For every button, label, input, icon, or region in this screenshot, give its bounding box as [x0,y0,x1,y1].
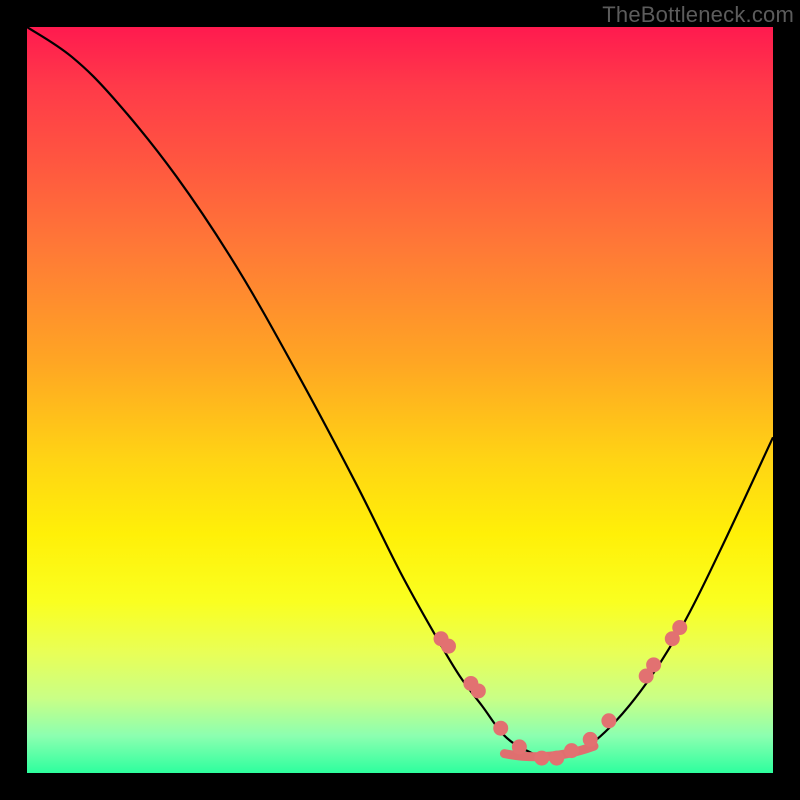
marker-dot [471,683,486,698]
bottleneck-curve [27,27,773,758]
curve-group [27,27,773,758]
marker-dot [549,751,564,766]
plot-area [27,27,773,773]
marker-dot [583,732,598,747]
chart-svg [27,27,773,773]
dots-group [434,620,688,766]
chart-frame: TheBottleneck.com [0,0,800,800]
marker-dot [601,713,616,728]
marker-dot [512,739,527,754]
marker-dot [672,620,687,635]
marker-dot [441,639,456,654]
marker-dot [493,721,508,736]
marker-dot [564,743,579,758]
marker-dot [534,751,549,766]
marker-dot [646,657,661,672]
watermark-text: TheBottleneck.com [602,2,794,28]
